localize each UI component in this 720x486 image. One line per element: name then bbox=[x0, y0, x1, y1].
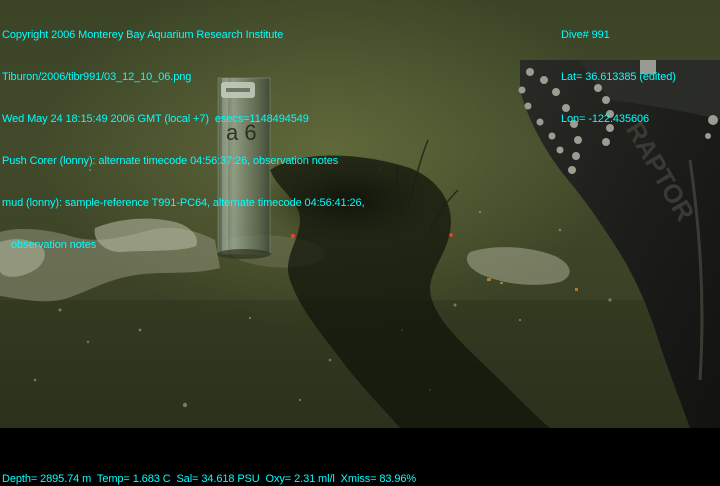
annotation-overlay-left: Copyright 2006 Monterey Bay Aquarium Res… bbox=[2, 0, 365, 280]
datetime-line: Wed May 24 18:15:49 2006 GMT (local +7) … bbox=[2, 113, 309, 125]
position-overlay: Dive# 991 Lat= 36.613385 (edited) Lon= -… bbox=[561, 0, 676, 154]
latitude: Lat= 36.613385 (edited) bbox=[561, 71, 676, 83]
annotation-mud-continued: observation notes bbox=[11, 239, 97, 251]
annotation-push-corer: Push Corer (lonny): alternate timecode 0… bbox=[2, 155, 339, 167]
copyright-line: Copyright 2006 Monterey Bay Aquarium Res… bbox=[2, 29, 284, 41]
video-frame: a 6 RAPTOR Copyright 2006 Monterey Bay A… bbox=[0, 0, 720, 486]
file-path-line: Tiburon/2006/tibr991/03_12_10_06.png bbox=[2, 71, 192, 83]
telemetry-bar: Depth= 2895.74 m Temp= 1.683 C Sal= 34.6… bbox=[2, 473, 417, 485]
dive-number: Dive# 991 bbox=[561, 29, 610, 41]
annotation-mud: mud (lonny): sample-reference T991-PC64,… bbox=[2, 197, 365, 209]
longitude: Lon= -122.435606 bbox=[561, 113, 650, 125]
